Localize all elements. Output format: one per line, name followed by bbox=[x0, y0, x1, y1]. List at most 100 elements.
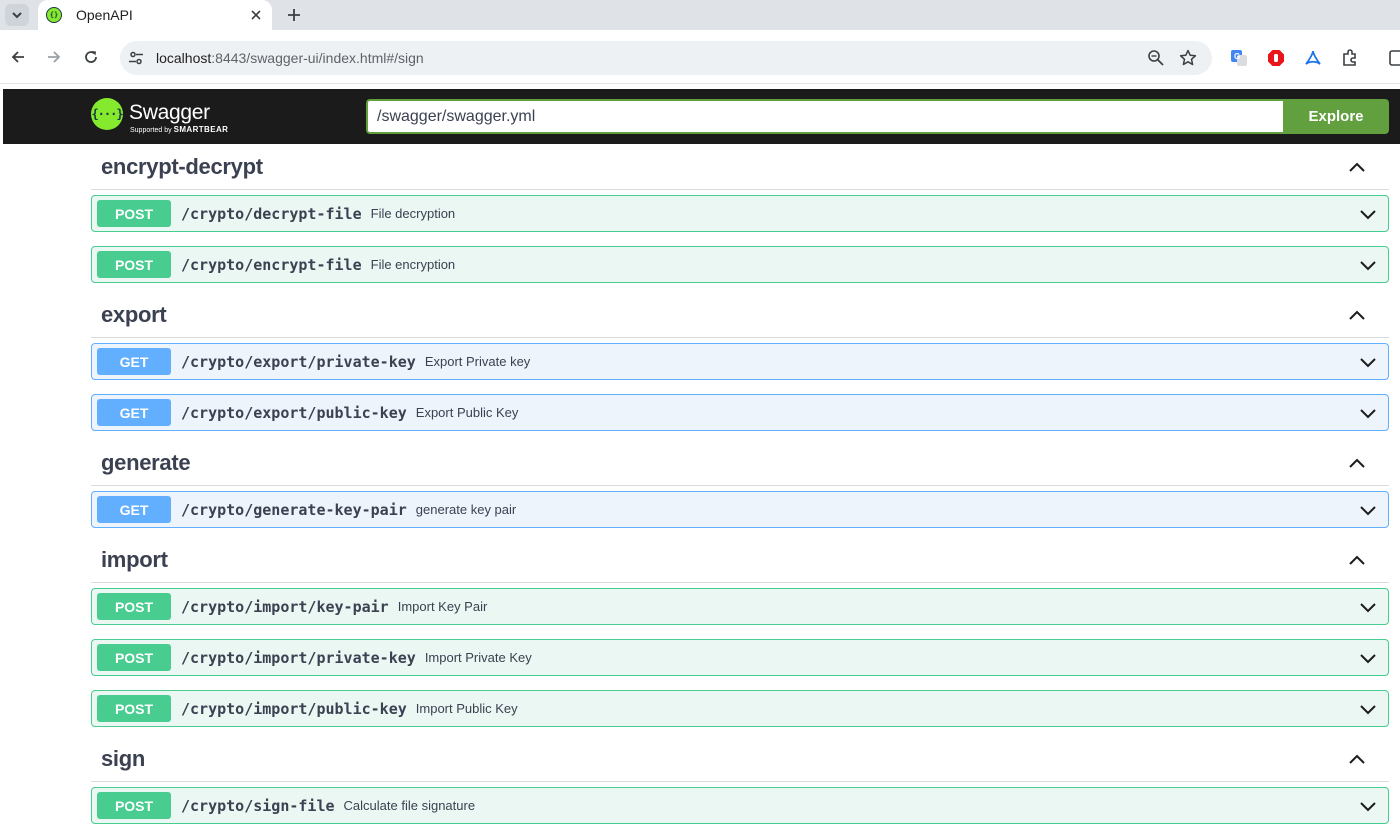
operation-gap bbox=[91, 283, 1389, 292]
operation-row[interactable]: POST/crypto/import/key-pair Import Key Pa… bbox=[91, 588, 1389, 625]
tag-section-1: export GET/crypto/export/private-key Expor… bbox=[91, 292, 1389, 440]
tab-search-button[interactable] bbox=[5, 4, 29, 26]
operation-summary: Import Private Key bbox=[424, 650, 532, 665]
operation-row[interactable]: POST/crypto/import/public-key Import Publ… bbox=[91, 690, 1389, 727]
tag-section-header[interactable]: export bbox=[91, 292, 1389, 338]
operation-summary: generate key pair bbox=[415, 502, 517, 517]
operation-summary: Export Public Key bbox=[415, 405, 519, 420]
operation-row[interactable]: GET/crypto/export/public-key Export Publi… bbox=[91, 394, 1389, 431]
chevron-up-icon[interactable] bbox=[1347, 305, 1367, 325]
operation-summary: Import Key Pair bbox=[397, 599, 488, 614]
operation-row[interactable]: POST/crypto/encrypt-file File encryption bbox=[91, 246, 1389, 283]
operation-gap bbox=[91, 528, 1389, 537]
url-host: localhost bbox=[156, 50, 212, 66]
chevron-up-icon[interactable] bbox=[1347, 157, 1367, 177]
tag-section-4: sign POST/crypto/sign-file Calculate file … bbox=[91, 736, 1389, 833]
http-method-badge: GET bbox=[97, 399, 171, 426]
new-tab-button[interactable] bbox=[283, 4, 305, 26]
http-method-badge: POST bbox=[97, 593, 171, 620]
tag-section-header[interactable]: import bbox=[91, 537, 1389, 583]
operation-row[interactable]: POST/crypto/sign-file Calculate file sign… bbox=[91, 787, 1389, 824]
chevron-down-icon[interactable] bbox=[1358, 352, 1378, 372]
acrobat-extension-icon[interactable] bbox=[1303, 48, 1323, 68]
http-method-badge: POST bbox=[97, 792, 171, 819]
tagline-brand: SMARTBEAR bbox=[173, 125, 229, 134]
browser-toolbar: localhost:8443/swagger-ui/index.html#/si… bbox=[0, 30, 1400, 84]
site-settings-icon[interactable] bbox=[128, 50, 144, 66]
operation-path: /crypto/encrypt-file bbox=[181, 255, 362, 274]
operation-row[interactable]: GET/crypto/export/private-key Export Priv… bbox=[91, 343, 1389, 380]
operation-path: /crypto/export/private-key bbox=[181, 352, 416, 371]
chevron-up-icon[interactable] bbox=[1347, 749, 1367, 769]
tag-section-0: encrypt-decrypt POST/crypto/decrypt-file F… bbox=[91, 144, 1389, 292]
http-method-badge: POST bbox=[97, 251, 171, 278]
swagger-topbar: {···} Swagger Supported by SMARTBEAR Exp… bbox=[3, 89, 1400, 144]
spec-url-input[interactable] bbox=[366, 99, 1284, 134]
forward-button[interactable] bbox=[44, 47, 64, 67]
operation-path: /crypto/import/key-pair bbox=[181, 597, 389, 616]
extensions-button[interactable] bbox=[1340, 48, 1360, 68]
chevron-up-icon[interactable] bbox=[1347, 453, 1367, 473]
address-url: localhost:8443/swagger-ui/index.html#/si… bbox=[156, 50, 424, 66]
stop-hand-icon bbox=[1268, 50, 1284, 66]
close-icon bbox=[251, 10, 261, 20]
operation-row[interactable]: POST/crypto/import/private-key Import Pri… bbox=[91, 639, 1389, 676]
chevron-down-icon[interactable] bbox=[1358, 255, 1378, 275]
operation-gap bbox=[91, 824, 1389, 833]
operation-gap bbox=[91, 676, 1389, 685]
operation-row[interactable]: GET/crypto/generate-key-pair generate key… bbox=[91, 491, 1389, 528]
chevron-down-icon[interactable] bbox=[1358, 204, 1378, 224]
chevron-down-icon bbox=[12, 12, 22, 19]
side-panel-button[interactable] bbox=[1386, 48, 1400, 68]
operations-list: encrypt-decrypt POST/crypto/decrypt-file F… bbox=[91, 144, 1389, 833]
operation-summary: File decryption bbox=[370, 206, 456, 221]
tag-section-header[interactable]: generate bbox=[91, 440, 1389, 486]
chevron-down-icon[interactable] bbox=[1358, 648, 1378, 668]
plus-icon bbox=[288, 9, 300, 21]
chevron-down-icon[interactable] bbox=[1358, 500, 1378, 520]
tab-close-button[interactable] bbox=[248, 7, 264, 23]
tagline-prefix: Supported by bbox=[130, 127, 172, 134]
reload-button[interactable] bbox=[81, 47, 101, 67]
operation-path: /crypto/generate-key-pair bbox=[181, 500, 407, 519]
chevron-down-icon[interactable] bbox=[1358, 699, 1378, 719]
http-method-badge: GET bbox=[97, 496, 171, 523]
bookmark-star-icon[interactable] bbox=[1179, 49, 1197, 67]
tag-section-header[interactable]: sign bbox=[91, 736, 1389, 782]
arrow-right-icon bbox=[48, 51, 61, 63]
acrobat-icon bbox=[1305, 50, 1321, 65]
address-bar[interactable]: localhost:8443/swagger-ui/index.html#/si… bbox=[120, 41, 1212, 75]
chevron-down-icon[interactable] bbox=[1358, 597, 1378, 617]
arrow-left-icon bbox=[11, 51, 24, 63]
operation-summary: File encryption bbox=[370, 257, 456, 272]
explore-button[interactable]: Explore bbox=[1283, 99, 1389, 134]
tag-section-2: generate GET/crypto/generate-key-pair gene… bbox=[91, 440, 1389, 537]
swagger-logo-icon[interactable]: {···} bbox=[91, 98, 124, 130]
puzzle-icon bbox=[1343, 49, 1356, 66]
http-method-badge: GET bbox=[97, 348, 171, 375]
tag-section-header[interactable]: encrypt-decrypt bbox=[91, 144, 1389, 190]
browser-tab[interactable]: {} OpenAPI bbox=[38, 0, 272, 30]
tag-section-title: sign bbox=[101, 745, 146, 771]
chevron-up-icon[interactable] bbox=[1347, 550, 1367, 570]
tag-section-title: generate bbox=[101, 449, 191, 475]
operation-summary: Export Private key bbox=[424, 354, 531, 369]
chevron-down-icon[interactable] bbox=[1358, 796, 1378, 816]
operation-gap bbox=[91, 431, 1389, 440]
swagger-logo-text: Swagger bbox=[129, 101, 210, 124]
tag-section-title: export bbox=[101, 301, 167, 327]
operation-path: /crypto/import/private-key bbox=[181, 648, 416, 667]
google-translate-extension-icon[interactable]: G bbox=[1229, 48, 1249, 68]
zoom-icon[interactable] bbox=[1147, 49, 1165, 67]
operation-gap bbox=[91, 380, 1389, 389]
operation-path: /crypto/sign-file bbox=[181, 796, 335, 815]
http-method-badge: POST bbox=[97, 644, 171, 671]
reload-icon bbox=[85, 51, 97, 63]
adblock-extension-icon[interactable] bbox=[1266, 48, 1286, 68]
http-method-badge: POST bbox=[97, 695, 171, 722]
browser-tab-strip: {} OpenAPI bbox=[0, 0, 1400, 30]
operation-row[interactable]: POST/crypto/decrypt-file File decryption bbox=[91, 195, 1389, 232]
back-button[interactable] bbox=[8, 47, 28, 67]
chevron-down-icon[interactable] bbox=[1358, 403, 1378, 423]
side-panel-icon bbox=[1389, 50, 1400, 66]
